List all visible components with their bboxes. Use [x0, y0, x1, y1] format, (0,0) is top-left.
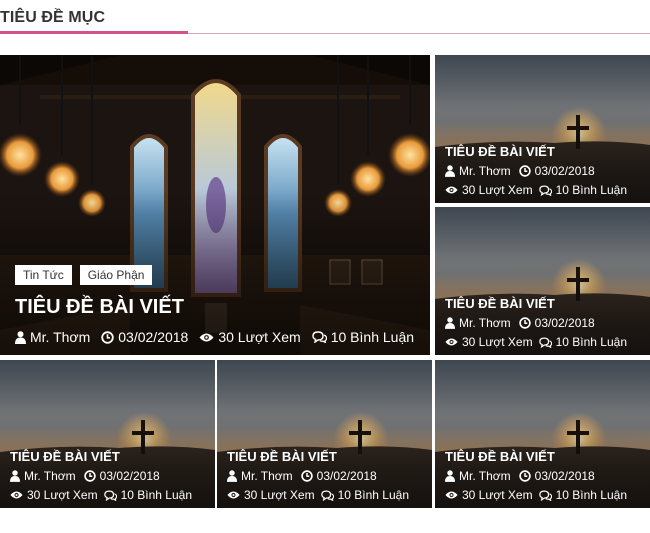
post-date: 03/02/2018 — [118, 329, 189, 345]
view-count: 30 Lượt Xem — [462, 335, 533, 349]
comment-count: 10 Bình Luận — [555, 183, 628, 197]
post-meta-line2: 30 Lượt Xem 10 Bình Luận — [227, 488, 409, 502]
view-count: 30 Lượt Xem — [244, 488, 315, 502]
post-title[interactable]: TIÊU ĐỀ BÀI VIẾT — [10, 449, 120, 464]
post-date: 03/02/2018 — [534, 469, 595, 483]
post-date: 03/02/2018 — [99, 469, 160, 483]
comment-count: 10 Bình Luận — [120, 488, 193, 502]
comment-count: 10 Bình Luận — [555, 335, 628, 349]
comments-icon — [312, 331, 327, 343]
featured-post-meta: Mr. Thơm 03/02/2018 30 Lượt Xem 10 Bình … — [15, 329, 414, 345]
post-title[interactable]: TIÊU ĐỀ BÀI VIẾT — [227, 449, 337, 464]
featured-post-title[interactable]: TIÊU ĐỀ BÀI VIẾT — [15, 296, 184, 319]
eye-icon — [445, 337, 458, 347]
user-icon — [10, 470, 20, 482]
post-meta-line1: Mr. Thơm 03/02/2018 — [445, 469, 595, 483]
clock-icon — [300, 470, 313, 482]
user-icon — [227, 470, 237, 482]
eye-icon — [199, 332, 214, 343]
section-header: TIÊU ĐỀ MỤC — [0, 0, 650, 36]
section-title: TIÊU ĐỀ MỤC — [0, 9, 106, 26]
post-date: 03/02/2018 — [316, 469, 377, 483]
post-meta-line2: 30 Lượt Xem 10 Bình Luận — [445, 335, 627, 349]
view-count: 30 Lượt Xem — [462, 183, 533, 197]
post-meta-line2: 30 Lượt Xem 10 Bình Luận — [445, 488, 627, 502]
comment-count: 10 Bình Luận — [330, 329, 415, 345]
post-meta-line2: 30 Lượt Xem 10 Bình Luận — [10, 488, 192, 502]
post-card[interactable]: TIÊU ĐỀ BÀI VIẾT Mr. Thơm 03/02/2018 30 … — [435, 55, 650, 203]
post-meta-line1: Mr. Thơm 03/02/2018 — [445, 316, 595, 330]
post-title[interactable]: TIÊU ĐỀ BÀI VIẾT — [445, 296, 555, 311]
user-icon — [15, 330, 26, 344]
view-count: 30 Lượt Xem — [462, 488, 533, 502]
author-name: Mr. Thơm — [241, 469, 293, 483]
eye-icon — [445, 490, 458, 500]
clock-icon — [83, 470, 96, 482]
author-name: Mr. Thơm — [459, 316, 511, 330]
comment-count: 10 Bình Luận — [337, 488, 410, 502]
tag-tin-tuc[interactable]: Tin Tức — [15, 265, 72, 285]
post-meta-line2: 30 Lượt Xem 10 Bình Luận — [445, 183, 627, 197]
post-meta-line1: Mr. Thơm 03/02/2018 — [10, 469, 160, 483]
comments-icon — [320, 490, 334, 501]
post-title[interactable]: TIÊU ĐỀ BÀI VIẾT — [445, 449, 555, 464]
post-date: 03/02/2018 — [534, 316, 595, 330]
tag-giao-phan[interactable]: Giáo Phận — [79, 265, 153, 285]
post-date: 03/02/2018 — [534, 164, 595, 178]
comments-icon — [538, 490, 552, 501]
user-icon — [445, 317, 455, 329]
clock-icon — [518, 165, 531, 177]
author-name: Mr. Thơm — [24, 469, 76, 483]
category-tags: Tin Tức Giáo Phận — [15, 265, 153, 285]
eye-icon — [10, 490, 23, 500]
post-card[interactable]: TIÊU ĐỀ BÀI VIẾT Mr. Thơm 03/02/2018 30 … — [435, 207, 650, 355]
comment-count: 10 Bình Luận — [555, 488, 628, 502]
post-card[interactable]: TIÊU ĐỀ BÀI VIẾT Mr. Thơm 03/02/2018 30 … — [435, 360, 650, 508]
view-count: 30 Lượt Xem — [27, 488, 98, 502]
view-count: 30 Lượt Xem — [218, 329, 301, 345]
post-meta-line1: Mr. Thơm 03/02/2018 — [227, 469, 377, 483]
section-accent-bar — [0, 31, 188, 34]
clock-icon — [101, 330, 114, 344]
author-name: Mr. Thơm — [30, 329, 91, 345]
featured-post-card[interactable]: Tin Tức Giáo Phận TIÊU ĐỀ BÀI VIẾT Mr. T… — [0, 55, 430, 355]
post-card[interactable]: TIÊU ĐỀ BÀI VIẾT Mr. Thơm 03/02/2018 30 … — [0, 360, 215, 508]
author-name: Mr. Thơm — [459, 469, 511, 483]
user-icon — [445, 165, 455, 177]
user-icon — [445, 470, 455, 482]
clock-icon — [518, 470, 531, 482]
post-card[interactable]: TIÊU ĐỀ BÀI VIẾT Mr. Thơm 03/02/2018 30 … — [217, 360, 432, 508]
post-title[interactable]: TIÊU ĐỀ BÀI VIẾT — [445, 144, 555, 159]
comments-icon — [538, 185, 552, 196]
post-meta-line1: Mr. Thơm 03/02/2018 — [445, 164, 595, 178]
author-name: Mr. Thơm — [459, 164, 511, 178]
eye-icon — [227, 490, 240, 500]
eye-icon — [445, 185, 458, 195]
clock-icon — [518, 317, 531, 329]
comments-icon — [538, 337, 552, 348]
comments-icon — [103, 490, 117, 501]
